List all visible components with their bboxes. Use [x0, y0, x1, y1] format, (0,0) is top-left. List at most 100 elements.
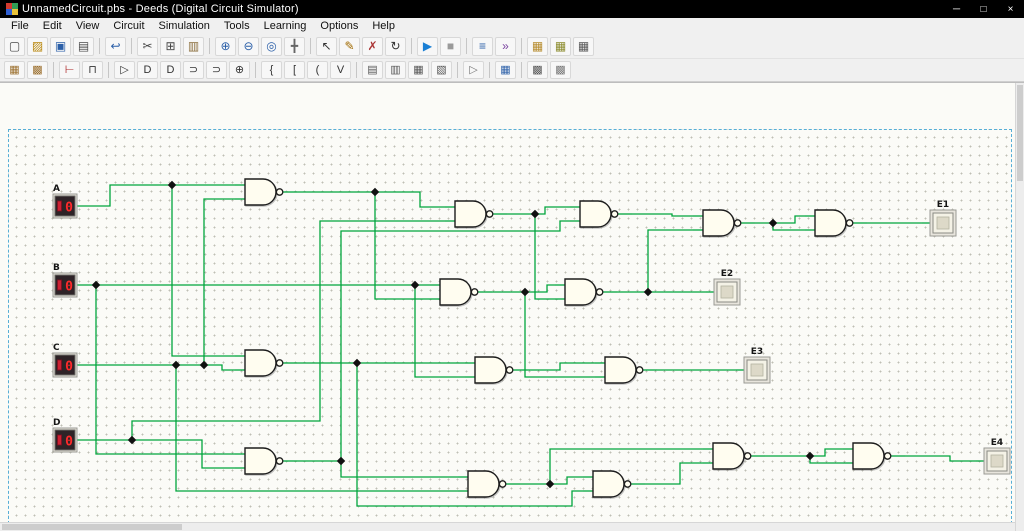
gate-nand-4[interactable] — [693, 210, 755, 236]
wire[interactable] — [132, 221, 445, 440]
run-simulation-button[interactable]: ▶ — [417, 37, 438, 56]
switch-lever[interactable] — [58, 360, 62, 370]
ram-view-button[interactable]: ▦ — [550, 37, 571, 56]
component-memory-button[interactable]: ▦ — [408, 61, 429, 79]
gate-nand-1[interactable] — [235, 179, 297, 205]
component-v-button[interactable]: V — [330, 61, 351, 79]
gate-xor-button[interactable]: ⊕ — [229, 61, 250, 79]
input-switch-D[interactable]: D0 — [53, 418, 77, 452]
input-switch-C[interactable]: C0 — [53, 343, 77, 377]
new-file-button[interactable]: ▢ — [4, 37, 25, 56]
menu-circuit[interactable]: Circuit — [106, 19, 151, 33]
component-tristate-button[interactable]: ▷ — [463, 61, 484, 79]
gate-nand-button[interactable]: D — [160, 61, 181, 79]
wire[interactable] — [645, 463, 703, 484]
gate-nand-13[interactable] — [583, 471, 645, 497]
gate-nand-3[interactable] — [570, 201, 632, 227]
component-display-button[interactable]: ▧ — [431, 61, 452, 79]
horizontal-scrollbar-thumb[interactable] — [2, 524, 182, 530]
cut-button[interactable]: ✂ — [137, 37, 158, 56]
gate-nand-14[interactable] — [703, 443, 765, 469]
component-splitter-button[interactable]: ( — [307, 61, 328, 79]
timing-diagram-button[interactable]: ≡ — [472, 37, 493, 56]
wire[interactable] — [375, 192, 430, 299]
minimize-button[interactable]: ─ — [943, 0, 970, 18]
wire[interactable] — [905, 456, 976, 461]
component-chip-b-button[interactable]: ▩ — [550, 61, 571, 79]
gate-nand-10[interactable] — [595, 357, 657, 383]
zoom-in-button[interactable]: ⊕ — [215, 37, 236, 56]
gate-nand-5[interactable] — [805, 210, 867, 236]
stop-simulation-button[interactable]: ■ — [440, 37, 461, 56]
vertical-scrollbar-thumb[interactable] — [1017, 85, 1023, 181]
wire[interactable] — [648, 230, 693, 292]
circuit-canvas[interactable]: A0B0C0D0E1E2E3E4 — [0, 82, 1024, 531]
wire[interactable] — [96, 285, 235, 454]
menu-view[interactable]: View — [69, 19, 107, 33]
component-grid-button[interactable]: ▦ — [495, 61, 516, 79]
output-display-E2[interactable]: E2 — [706, 269, 740, 305]
switch-lever[interactable] — [58, 201, 62, 211]
input-switch-B[interactable]: B0 — [53, 263, 77, 297]
wire[interactable] — [341, 461, 458, 477]
switch-lever[interactable] — [58, 435, 62, 445]
component-ic16-button[interactable]: ▩ — [27, 61, 48, 79]
output-display-E3[interactable]: E3 — [736, 347, 770, 383]
component-ic8-button[interactable]: ▦ — [4, 61, 25, 79]
component-clock-button[interactable]: ⊓ — [82, 61, 103, 79]
menu-options[interactable]: Options — [313, 19, 365, 33]
gate-nand-9[interactable] — [465, 357, 527, 383]
select-pointer-button[interactable]: ↖ — [316, 37, 337, 56]
gate-nand-6[interactable] — [430, 279, 492, 305]
save-file-button[interactable]: ▣ — [50, 37, 71, 56]
menu-simulation[interactable]: Simulation — [152, 19, 217, 33]
wire[interactable] — [765, 449, 843, 456]
print-button[interactable]: ▤ — [73, 37, 94, 56]
wire[interactable] — [535, 214, 555, 299]
wire[interactable] — [773, 223, 805, 230]
close-button[interactable]: × — [997, 0, 1024, 18]
wire[interactable] — [755, 216, 805, 223]
gate-nand-12[interactable] — [458, 471, 520, 497]
component-chip-a-button[interactable]: ▩ — [527, 61, 548, 79]
gate-nand-8[interactable] — [235, 350, 297, 376]
delete-eraser-button[interactable]: ✗ — [362, 37, 383, 56]
wire[interactable] — [810, 456, 843, 463]
edit-pen-button[interactable]: ✎ — [339, 37, 360, 56]
gate-not-button[interactable]: ▷ — [114, 61, 135, 79]
open-file-button[interactable]: ▨ — [27, 37, 48, 56]
gate-and-button[interactable]: D — [137, 61, 158, 79]
input-switch-A[interactable]: A0 — [53, 184, 77, 218]
horizontal-scrollbar[interactable] — [0, 522, 1015, 531]
wire[interactable] — [176, 365, 458, 491]
copy-button[interactable]: ⊞ — [160, 37, 181, 56]
menu-tools[interactable]: Tools — [217, 19, 257, 33]
component-register-button[interactable]: ▤ — [362, 61, 383, 79]
pan-button[interactable]: ╋ — [284, 37, 305, 56]
component-counter-button[interactable]: ▥ — [385, 61, 406, 79]
wire[interactable] — [507, 207, 570, 214]
test-vectors-button[interactable]: » — [495, 37, 516, 56]
gate-or-button[interactable]: ⊃ — [183, 61, 204, 79]
gate-nor-button[interactable]: ⊃ — [206, 61, 227, 79]
menu-edit[interactable]: Edit — [36, 19, 69, 33]
wire[interactable] — [527, 363, 595, 370]
wire[interactable] — [297, 192, 445, 207]
wire[interactable] — [632, 214, 693, 216]
maximize-button[interactable]: □ — [970, 0, 997, 18]
component-bracket-button[interactable]: { — [261, 61, 282, 79]
gate-nand-11[interactable] — [235, 448, 297, 474]
switch-lever[interactable] — [58, 280, 62, 290]
menu-learning[interactable]: Learning — [257, 19, 314, 33]
gate-nand-2[interactable] — [445, 201, 507, 227]
net-view-button[interactable]: ▦ — [573, 37, 594, 56]
rom-view-button[interactable]: ▦ — [527, 37, 548, 56]
wire[interactable] — [204, 199, 235, 365]
vertical-scrollbar[interactable] — [1015, 83, 1024, 531]
component-bus-button[interactable]: [ — [284, 61, 305, 79]
wire[interactable] — [77, 365, 235, 370]
component-input-switch-button[interactable]: ⊢ — [59, 61, 80, 79]
menu-file[interactable]: File — [4, 19, 36, 33]
output-display-E1[interactable]: E1 — [922, 200, 956, 236]
paste-button[interactable]: ▥ — [183, 37, 204, 56]
